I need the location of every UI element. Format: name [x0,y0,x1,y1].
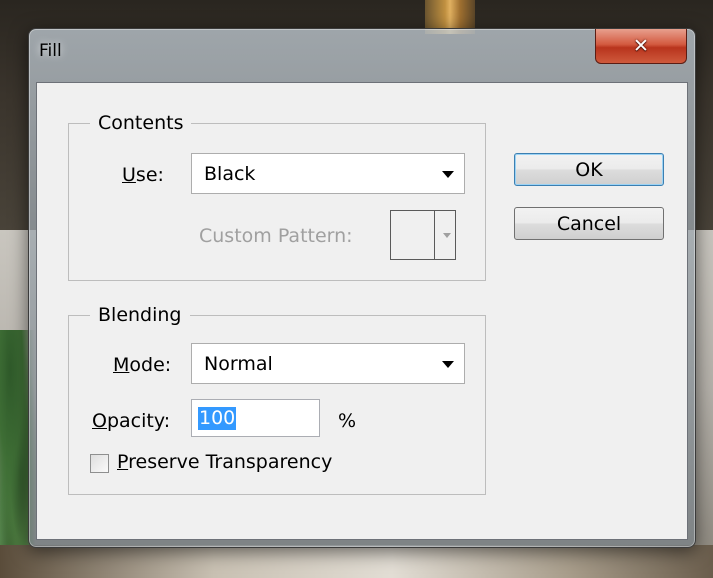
opacity-label: Opacity: [92,410,171,432]
mode-dropdown-value: Normal [204,353,273,375]
blending-group: Blending Mode: Normal Opacity: 100 % Pre… [68,303,486,495]
dialog-title: Fill [39,41,62,61]
ok-button[interactable]: OK [514,153,664,186]
contents-legend: Contents [90,111,192,135]
contents-group: Contents Use: Black Custom Pattern: [68,111,486,281]
use-label: Use: [122,164,164,186]
custom-pattern-picker [390,210,456,260]
preserve-transparency-checkbox[interactable] [90,454,109,473]
custom-pattern-label: Custom Pattern: [199,225,353,247]
close-icon: ✕ [633,35,649,57]
use-dropdown-value: Black [204,163,256,185]
background-bottom [0,545,713,578]
opacity-unit: % [338,410,357,432]
cancel-button[interactable]: Cancel [514,207,664,240]
opacity-input[interactable]: 100 [191,399,320,437]
fill-dialog: Fill ✕ Contents Use: Black Custom Patter… [28,28,696,548]
ok-button-label: OK [575,158,603,181]
chevron-down-icon [443,233,451,238]
chevron-down-icon [442,361,454,368]
cancel-button-label: Cancel [556,212,622,235]
use-dropdown[interactable]: Black [191,153,465,194]
mode-label: Mode: [113,354,172,376]
opacity-input-value: 100 [198,407,237,430]
dialog-client-area: Contents Use: Black Custom Pattern: Blen… [36,82,688,540]
mode-dropdown[interactable]: Normal [191,343,465,384]
blending-legend: Blending [90,303,190,327]
close-button[interactable]: ✕ [595,29,687,64]
preserve-transparency-label[interactable]: Preserve Transparency [117,450,332,474]
chevron-down-icon [442,171,454,178]
